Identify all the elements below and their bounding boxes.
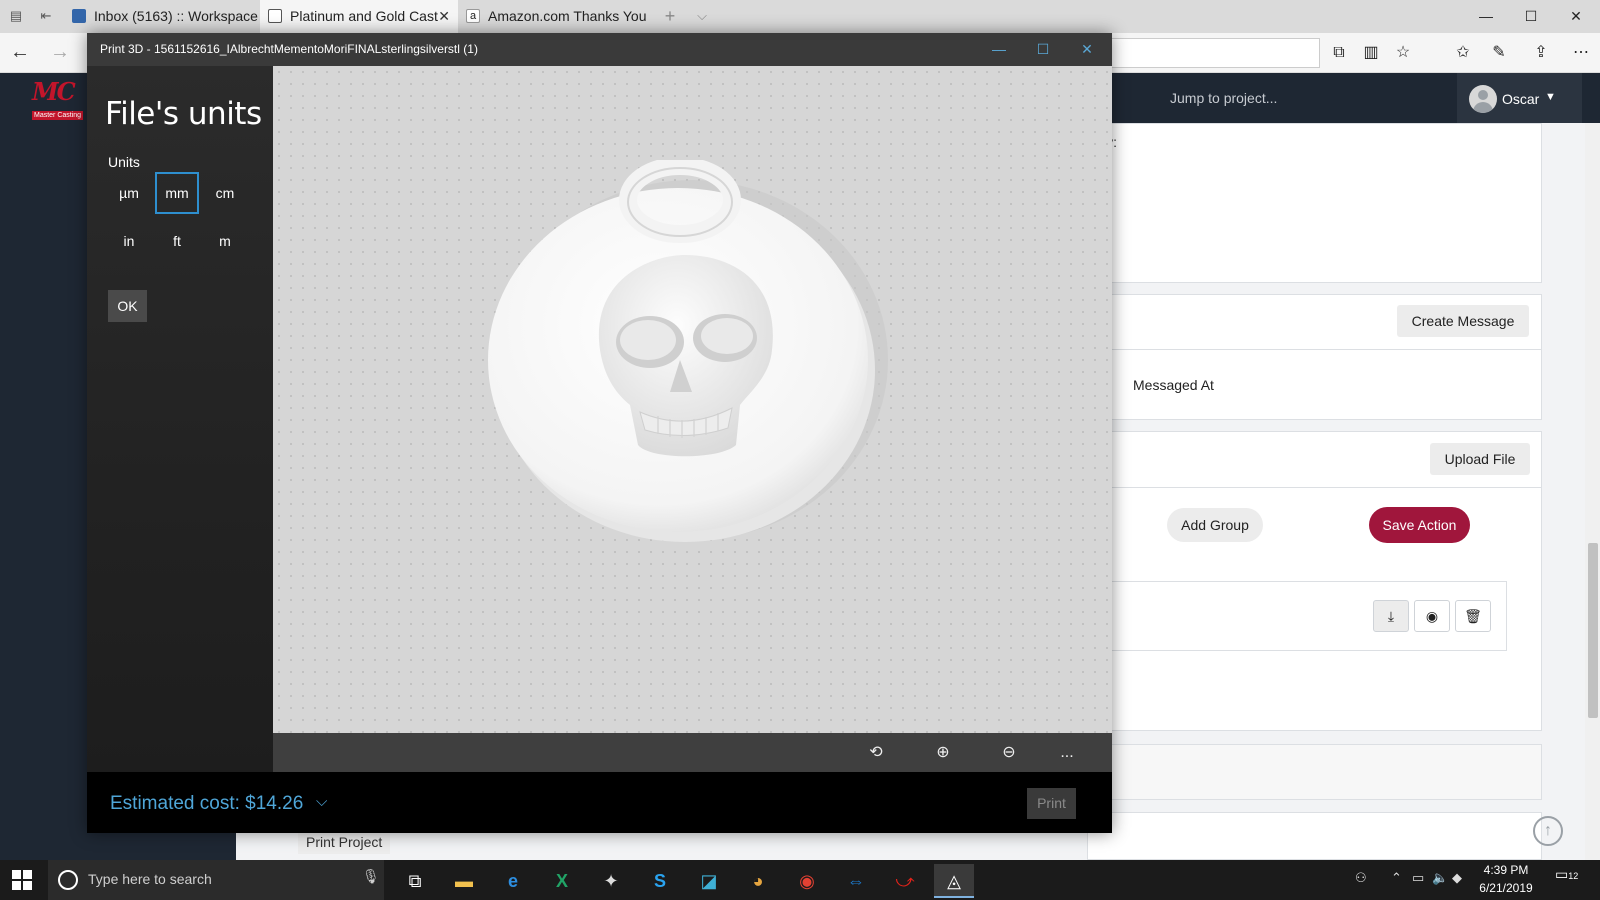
notification-count: 12 xyxy=(1568,871,1579,881)
windows-start-icon[interactable] xyxy=(12,870,32,890)
mail-favicon-icon xyxy=(72,9,86,23)
user-name[interactable]: Oscar xyxy=(1502,91,1539,107)
app-icon[interactable]: ✦ xyxy=(591,864,631,898)
teamviewer-icon[interactable]: ⇔ xyxy=(836,864,876,898)
3d-rotate-icon[interactable]: ⟲ xyxy=(863,740,889,766)
clock-time[interactable]: 4:39 PM xyxy=(1466,863,1546,877)
divider xyxy=(1087,349,1542,350)
book-icon[interactable]: ▥ xyxy=(1360,42,1382,64)
zoom-out-icon[interactable]: ⊖ xyxy=(996,740,1022,766)
unit-centimeter[interactable]: cm xyxy=(203,172,247,214)
volume-icon[interactable]: 🔈 xyxy=(1432,870,1448,886)
action-center-icon[interactable]: ▭12 xyxy=(1555,866,1585,894)
logo-mark: MC xyxy=(32,77,76,106)
unit-foot[interactable]: ft xyxy=(155,220,199,262)
cortana-icon[interactable] xyxy=(58,870,78,890)
new-tab-icon[interactable]: + xyxy=(660,6,680,26)
task-view-icon[interactable]: ⧉ xyxy=(395,864,435,898)
scroll-to-top-icon[interactable]: ↑ xyxy=(1533,816,1563,846)
unit-inch[interactable]: in xyxy=(107,220,151,262)
page-scrollbar[interactable] xyxy=(1585,123,1600,860)
chrome-icon[interactable]: ◉ xyxy=(787,864,827,898)
close-tab-icon[interactable]: ✕ xyxy=(438,0,450,32)
tab-inbox[interactable]: Inbox (5163) :: Workspace W xyxy=(64,0,260,33)
microphone-icon[interactable]: 🎙 xyxy=(362,868,380,885)
site-logo[interactable]: MC Master Casting xyxy=(32,77,92,120)
tab-actions-icon[interactable]: ▤ xyxy=(6,6,26,26)
view-eye-icon[interactable]: ◉ xyxy=(1414,600,1450,632)
tab-platinum-gold[interactable]: Platinum and Gold Cast ✕ xyxy=(260,0,458,33)
print-project-button[interactable]: Print Project xyxy=(298,830,391,854)
browser-minimize-icon[interactable]: — xyxy=(1463,0,1509,33)
print3d-maximize-icon[interactable]: ☐ xyxy=(1021,33,1065,66)
tab-title: Platinum and Gold Cast xyxy=(290,8,438,24)
pane-heading: File's units xyxy=(105,96,262,132)
search-placeholder[interactable]: Type here to search xyxy=(88,871,212,887)
page-favicon-icon xyxy=(268,9,282,23)
panel xyxy=(1087,812,1542,860)
print-button[interactable]: Print xyxy=(1027,788,1076,819)
unit-meter[interactable]: m xyxy=(203,220,247,262)
scrollbar-thumb[interactable] xyxy=(1588,543,1598,718)
print3d-minimize-icon[interactable]: — xyxy=(977,33,1021,66)
app-icon[interactable]: ◪ xyxy=(689,864,729,898)
unit-micrometer[interactable]: µm xyxy=(107,172,151,214)
estimated-cost[interactable]: Estimated cost: $14.26 xyxy=(110,793,303,815)
upload-file-button[interactable]: Upload File xyxy=(1430,443,1530,475)
info-panel xyxy=(1087,123,1542,283)
paint-icon[interactable]: ◕ xyxy=(738,864,778,898)
share-icon[interactable]: ⇪ xyxy=(1530,42,1552,64)
amazon-favicon-icon: a xyxy=(466,9,480,23)
create-message-button[interactable]: Create Message xyxy=(1397,305,1529,337)
more-icon[interactable]: ⋯ xyxy=(1570,42,1592,64)
jump-to-project-input[interactable]: Jump to project... xyxy=(1170,90,1277,106)
excel-icon[interactable]: X xyxy=(542,864,582,898)
chevron-down-icon[interactable]: ▼ xyxy=(1545,91,1556,103)
column-header-messaged-at: Messaged At xyxy=(1133,377,1214,393)
acrobat-icon[interactable]: ⤻ xyxy=(885,864,925,898)
tab-amazon[interactable]: a Amazon.com Thanks You xyxy=(458,0,654,33)
delete-trash-icon[interactable]: 🗑 xyxy=(1455,600,1491,632)
avatar[interactable] xyxy=(1469,85,1497,113)
divider xyxy=(1087,487,1542,488)
print3d-window-title: Print 3D - 1561152616_IAlbrechtMementoMo… xyxy=(100,42,478,56)
network-icon[interactable]: ▭ xyxy=(1412,870,1424,886)
chevron-down-icon[interactable]: ⌵ xyxy=(316,793,327,810)
panel xyxy=(1087,744,1542,800)
add-group-button[interactable]: Add Group xyxy=(1167,508,1263,542)
favorite-star-icon[interactable]: ☆ xyxy=(1392,42,1414,64)
clock-date[interactable]: 6/21/2019 xyxy=(1466,881,1546,895)
zoom-in-icon[interactable]: ⊕ xyxy=(930,740,956,766)
skype-icon[interactable]: S xyxy=(640,864,680,898)
edge-icon[interactable]: e xyxy=(493,864,533,898)
pen-icon[interactable]: ✎ xyxy=(1488,42,1510,64)
more-options-icon[interactable]: ... xyxy=(1054,740,1080,766)
tab-list-icon[interactable]: ⌵ xyxy=(692,6,712,26)
dropbox-icon[interactable]: ◆ xyxy=(1452,870,1462,886)
address-bar[interactable] xyxy=(1090,38,1320,68)
unit-millimeter[interactable]: mm xyxy=(155,172,199,214)
browser-maximize-icon[interactable]: ☐ xyxy=(1508,0,1554,33)
show-hidden-icons-icon[interactable]: ⌃ xyxy=(1391,870,1402,886)
file-explorer-icon[interactable]: ▬ xyxy=(444,864,484,898)
favorites-list-icon[interactable]: ✩ xyxy=(1452,42,1474,64)
save-action-button[interactable]: Save Action xyxy=(1369,507,1470,543)
browser-close-icon[interactable]: ✕ xyxy=(1553,0,1599,33)
forward-icon[interactable]: → xyxy=(48,40,72,64)
tab-title: Amazon.com Thanks You xyxy=(488,8,647,24)
download-icon[interactable]: ⤓ xyxy=(1373,600,1409,632)
back-icon[interactable]: ← xyxy=(8,40,32,64)
tab-title: Inbox (5163) :: Workspace W xyxy=(94,8,260,24)
skull-pendant-model[interactable] xyxy=(480,160,900,560)
viewport-toolbar xyxy=(273,733,1112,772)
units-label: Units xyxy=(108,154,140,170)
set-aside-tabs-icon[interactable]: ⇤ xyxy=(36,6,56,26)
ok-button[interactable]: OK xyxy=(108,290,147,322)
logo-subtitle: Master Casting xyxy=(32,111,84,120)
print3d-icon[interactable]: ◬ xyxy=(934,864,974,898)
print3d-close-icon[interactable]: ✕ xyxy=(1065,33,1109,66)
people-icon[interactable]: ⚇ xyxy=(1355,870,1367,886)
reading-view-icon[interactable]: ⧉ xyxy=(1328,42,1350,64)
